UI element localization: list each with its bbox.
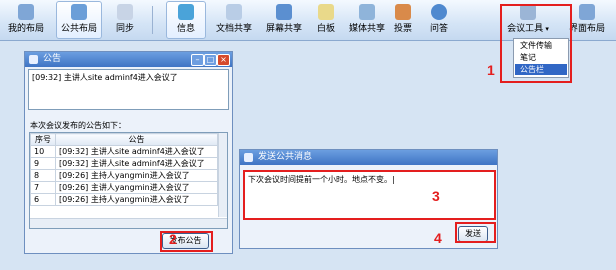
- send-title-bar: 发送公共消息: [240, 150, 497, 165]
- current-notice-display: [09:32] 主讲人site adminf4进入会议了: [28, 69, 229, 110]
- menu-item-notes[interactable]: 笔记: [515, 52, 567, 63]
- media-share-button[interactable]: 媒体共享: [344, 2, 390, 38]
- highlight-box-4: [455, 222, 496, 243]
- notice-title: 公告: [43, 54, 62, 64]
- notice-title-bar: 公告 – □ ×: [25, 52, 232, 67]
- whiteboard-button[interactable]: 白板: [310, 2, 342, 38]
- info-button[interactable]: 信息: [166, 1, 206, 39]
- vote-button[interactable]: 投票: [390, 2, 416, 38]
- annotation-number: 1: [487, 62, 495, 78]
- minimize-icon[interactable]: –: [191, 54, 204, 66]
- column-header-notice: 公告: [55, 133, 218, 146]
- public-layout-button[interactable]: 公共布局: [56, 1, 102, 39]
- maximize-icon[interactable]: □: [204, 54, 217, 66]
- column-header-no: 序号: [30, 133, 56, 146]
- annotation-number: 3: [432, 188, 440, 204]
- my-layout-button[interactable]: 我的布局: [4, 2, 48, 38]
- whiteboard-icon: [318, 4, 334, 20]
- window-icon: [244, 153, 253, 162]
- info-icon: [178, 4, 194, 20]
- toolbar-separator: [152, 6, 153, 34]
- monitor-icon: [276, 4, 292, 20]
- history-label: 本次会议发布的公告如下：: [30, 121, 126, 130]
- menu-item-file-transfer[interactable]: 文件传输: [515, 40, 567, 51]
- vertical-scrollbar[interactable]: [218, 133, 227, 217]
- document-icon: [226, 4, 242, 20]
- sync-icon: [117, 4, 133, 20]
- screen-share-button[interactable]: 屏幕共享: [262, 2, 306, 38]
- grid-layout-icon: [579, 4, 595, 20]
- table-row[interactable]: 6 [09:26] 主持人yangmin进入会议了: [30, 193, 218, 206]
- layout-icon: [18, 4, 34, 20]
- message-input[interactable]: 下次会议时间提前一个小时。地点不变。|: [243, 170, 496, 220]
- vote-icon: [395, 4, 411, 20]
- send-title: 发送公共消息: [258, 152, 313, 162]
- notice-history-table: 序号 公告 10 [09:32] 主讲人site adminf4进入会议了 9 [0…: [29, 132, 228, 229]
- annotation-number: 2: [169, 231, 177, 247]
- file-share-button[interactable]: 文档共享: [212, 2, 256, 38]
- highlight-box-2: [160, 231, 213, 252]
- table-row[interactable]: 10 [09:32] 主讲人site adminf4进入会议了: [30, 145, 218, 158]
- close-icon[interactable]: ×: [217, 54, 230, 66]
- media-icon: [359, 4, 375, 20]
- sync-button[interactable]: 同步: [108, 2, 142, 38]
- table-row[interactable]: 9 [09:32] 主讲人site adminf4进入会议了: [30, 157, 218, 170]
- table-row[interactable]: 8 [09:26] 主持人yangmin进入会议了: [30, 169, 218, 182]
- menu-item-bulletin[interactable]: 公告栏: [515, 64, 567, 75]
- window-icon: [29, 55, 38, 64]
- horizontal-scrollbar[interactable]: [30, 218, 227, 228]
- qa-button[interactable]: 问答: [424, 2, 454, 38]
- annotation-number: 4: [434, 230, 442, 246]
- public-layout-icon: [71, 4, 87, 20]
- meeting-tools-menu: 文件传输 笔记 公告栏: [513, 38, 569, 78]
- question-icon: [431, 4, 447, 20]
- table-row[interactable]: 7 [09:26] 主讲人yangmin进入会议了: [30, 181, 218, 194]
- notice-window: 公告 – □ × [09:32] 主讲人site adminf4进入会议了 本次…: [24, 51, 233, 254]
